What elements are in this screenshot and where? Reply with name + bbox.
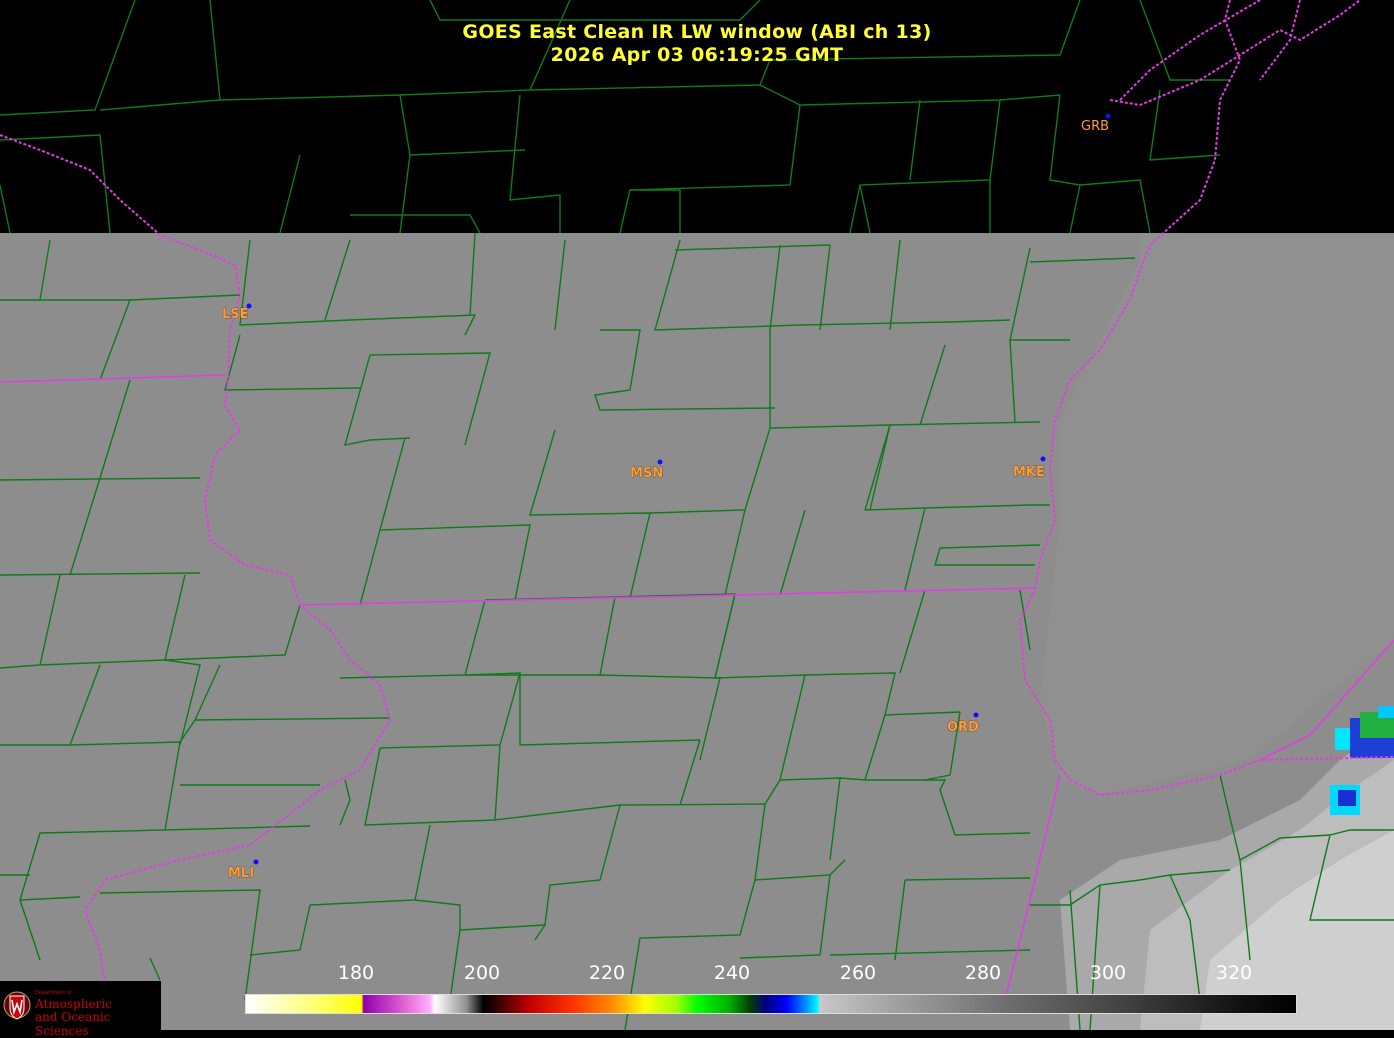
colorbar [245,994,1297,1014]
svg-text:LSE: LSE [222,307,249,322]
colorbar-tick: 240 [713,962,751,984]
colorbar-tick: 280 [964,962,1002,984]
uw-crest-icon [3,991,31,1020]
logo-department: Department of [35,990,72,996]
svg-text:MKE: MKE [1013,465,1045,480]
logo-line1: Atmospheric [35,997,112,1011]
ir-map: GRB LSE MSN MKE ORD MLI [0,0,1394,1031]
image-timestamp: 2026 Apr 03 06:19:25 GMT [550,44,844,66]
logo-line2: and Oceanic Sciences [35,1010,111,1038]
aos-logo: Department of Atmospheric and Oceanic Sc… [0,981,161,1038]
svg-text:MSN: MSN [630,466,663,481]
svg-text:MLI: MLI [228,866,254,881]
colorbar-tick: 300 [1089,962,1127,984]
image-title: GOES East Clean IR LW window (ABI ch 13) [462,21,932,43]
svg-text:GRB: GRB [1081,119,1109,134]
satellite-image-view: GRB LSE MSN MKE ORD MLI GOES East Clean … [0,0,1394,1038]
colorbar-tick: 320 [1215,962,1253,984]
colorbar-tick: 180 [337,962,375,984]
colorbar-tick: 220 [588,962,626,984]
svg-text:ORD: ORD [947,720,979,735]
colorbar-tick: 260 [839,962,877,984]
colorbar-tick: 200 [463,962,501,984]
city-lse: LSE [222,303,252,322]
